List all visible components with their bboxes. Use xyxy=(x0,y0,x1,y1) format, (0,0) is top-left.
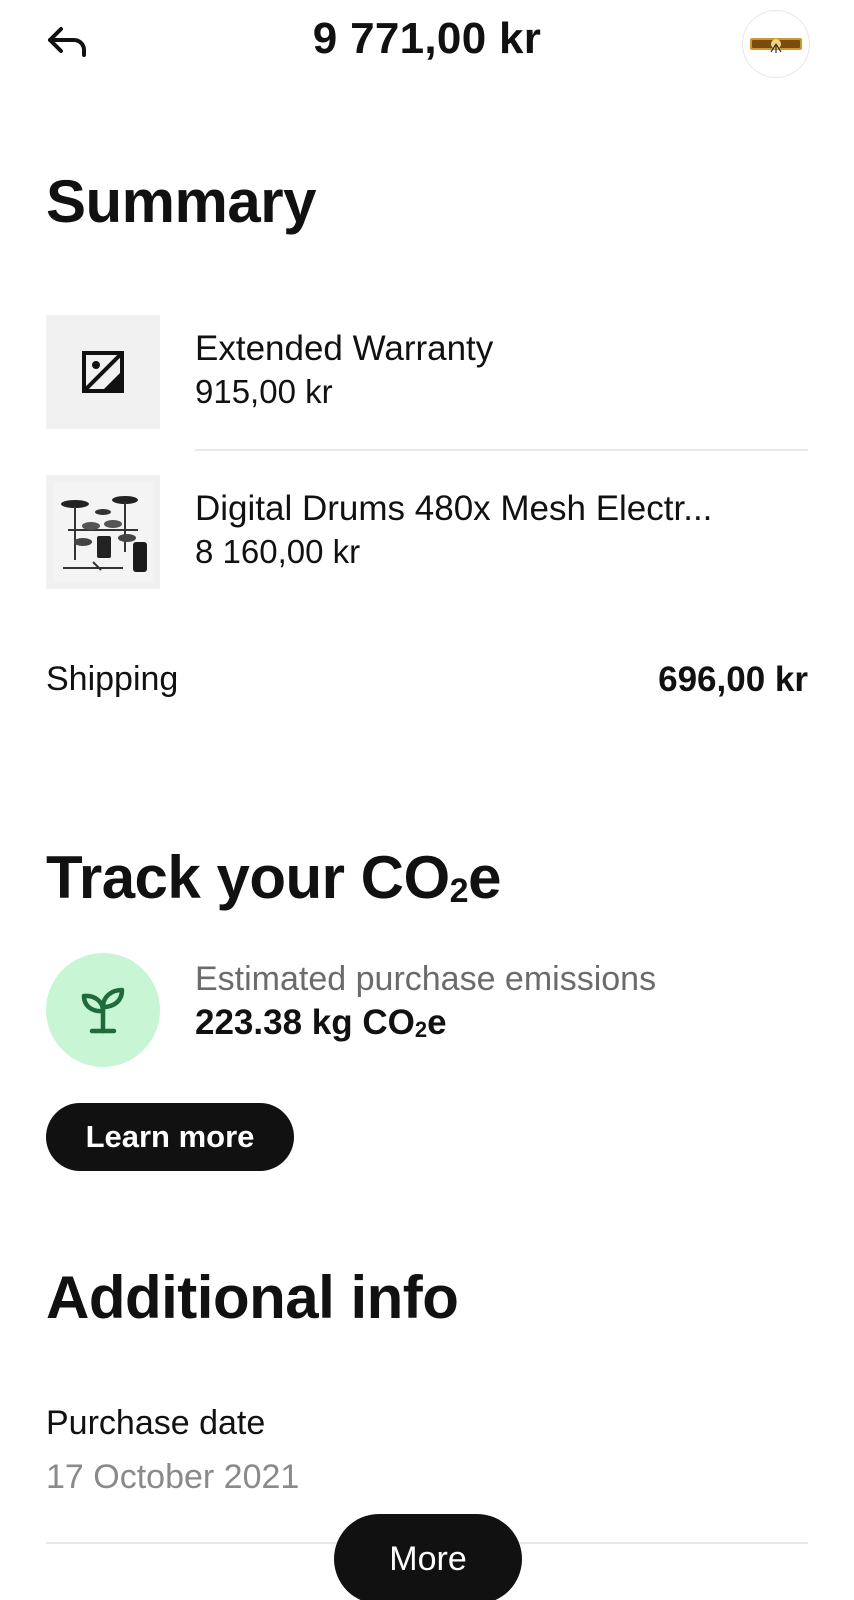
drum-kit-photo xyxy=(53,482,153,582)
sprout-icon xyxy=(81,987,125,1034)
item-thumbnail xyxy=(46,315,160,429)
emissions-value: 223.38 kg CO2e xyxy=(195,1003,447,1043)
shipping-value: 696,00 kr xyxy=(658,660,808,699)
item-price: 915,00 kr xyxy=(195,373,333,410)
co2-title-subscript: 2 xyxy=(449,872,469,910)
additional-info-title: Additional info xyxy=(46,1264,459,1331)
order-total: 9 771,00 kr xyxy=(312,14,542,63)
shipping-label: Shipping xyxy=(46,660,179,698)
line-item-drums[interactable]: Digital Drums 480x Mesh Electr... 8 160,… xyxy=(46,475,808,589)
merchant-logo[interactable] xyxy=(742,10,810,78)
purchase-date-label: Purchase date xyxy=(46,1404,266,1442)
emissions-value-subscript: 2 xyxy=(414,1017,428,1042)
item-price: 8 160,00 kr xyxy=(195,533,361,570)
line-item-warranty[interactable]: Extended Warranty 915,00 kr xyxy=(46,315,808,429)
co2-badge xyxy=(46,953,160,1067)
emissions-value-suffix: e xyxy=(427,1003,447,1042)
merchant-logo-image xyxy=(750,38,802,53)
order-detail-page: 9 771,00 kr Summary Extended Warranty 91… xyxy=(0,0,854,1600)
emissions-value-text: 223.38 kg CO xyxy=(195,1003,415,1042)
co2-title-text: Track your CO xyxy=(46,844,450,911)
co2-title-suffix: e xyxy=(468,844,501,911)
item-name: Digital Drums 480x Mesh Electr... xyxy=(195,489,713,528)
emissions-label: Estimated purchase emissions xyxy=(195,960,657,998)
image-placeholder-icon xyxy=(82,351,124,393)
item-divider xyxy=(195,449,808,451)
header: 9 771,00 kr xyxy=(0,0,854,84)
more-button[interactable]: More xyxy=(334,1514,522,1600)
item-thumbnail xyxy=(46,475,160,589)
co2-section-title: Track your CO2e xyxy=(46,848,501,910)
item-name: Extended Warranty xyxy=(195,329,494,368)
learn-more-button[interactable]: Learn more xyxy=(46,1103,294,1171)
summary-title: Summary xyxy=(46,168,316,235)
purchase-date-value: 17 October 2021 xyxy=(46,1458,300,1496)
